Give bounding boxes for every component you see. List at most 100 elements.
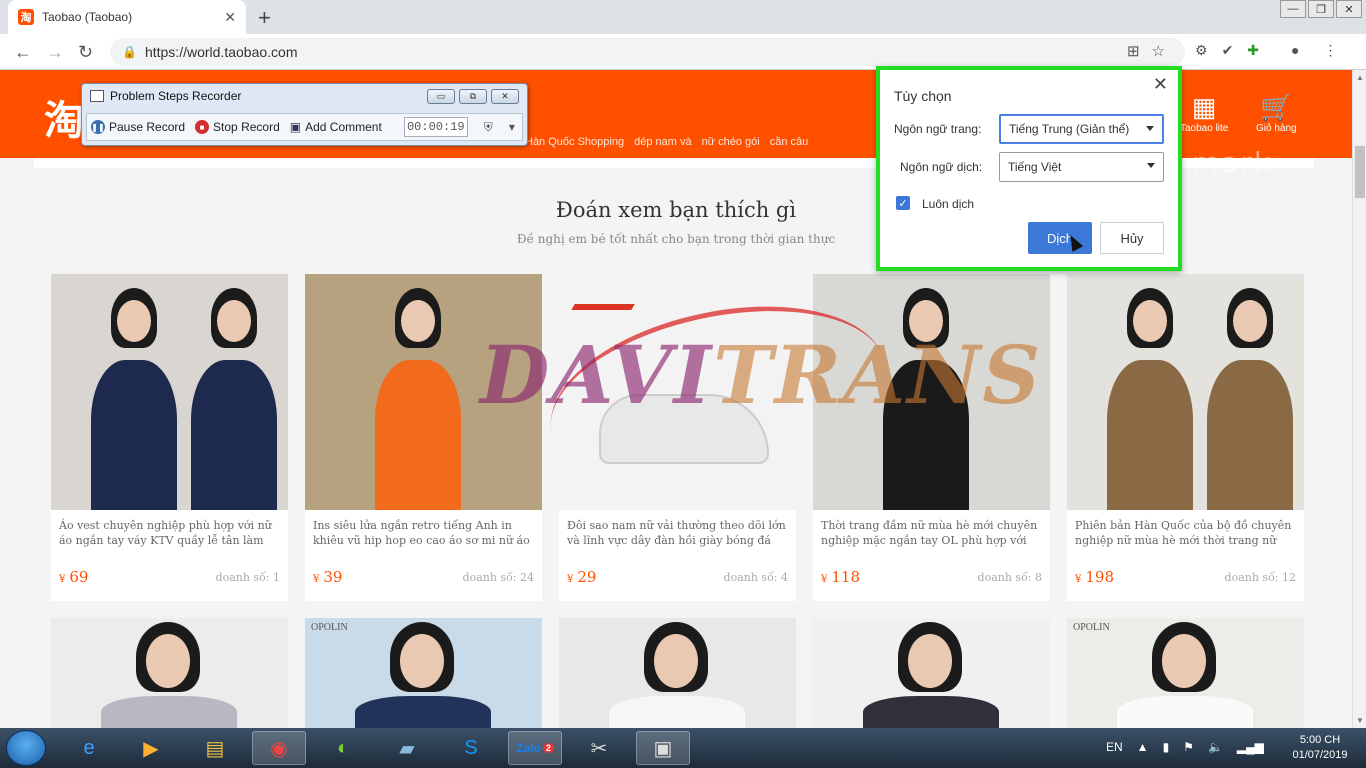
psr-dropdown-icon[interactable]: ▾ <box>509 120 515 134</box>
sneaker-shape <box>599 394 769 464</box>
extension-check-icon[interactable]: ✔ <box>1222 42 1234 59</box>
currency-symbol: ¥ <box>59 574 66 585</box>
skype-icon[interactable]: S <box>444 731 498 765</box>
pause-record-button[interactable]: ❚❚ Pause Record <box>91 120 185 134</box>
product-card[interactable] <box>813 618 1050 728</box>
profile-avatar[interactable]: ● <box>1291 42 1299 59</box>
price-value: 198 <box>1085 568 1115 586</box>
media-player-icon[interactable]: ▶ <box>124 731 178 765</box>
start-button[interactable] <box>6 730 46 766</box>
target-language-label: Ngôn ngữ dịch: <box>900 160 983 174</box>
product-description[interactable]: Đôi sao nam nữ vải thường theo dõi lớn v… <box>567 518 789 548</box>
product-description[interactable]: Phiên bản Hàn Quốc của bộ đồ chuyên nghi… <box>1075 518 1297 548</box>
url-omnibox[interactable]: 🔒 https://world.taobao.com ⊞ ☆ <box>110 38 1185 66</box>
product-image[interactable] <box>813 618 1050 728</box>
cart-label: Giỏ hàng <box>1256 123 1297 134</box>
product-card[interactable] <box>559 618 796 728</box>
back-icon[interactable]: ← <box>14 42 32 63</box>
target-language-select[interactable]: Tiếng Việt <box>999 152 1164 182</box>
extension-gear-icon[interactable]: ⚙ <box>1195 42 1208 59</box>
taobao-logo[interactable]: 淘 <box>44 88 84 146</box>
product-image[interactable]: OPOLIN <box>1067 618 1304 728</box>
product-description[interactable]: Ins siêu lửa ngắn retro tiếng Anh in khi… <box>313 518 535 548</box>
currency-symbol: ¥ <box>313 574 320 585</box>
cart-link[interactable]: 🛒 Giỏ hàng <box>1256 92 1297 134</box>
product-image[interactable] <box>559 618 796 728</box>
signal-icon[interactable]: ▂▄▆ <box>1237 740 1264 754</box>
snipping-tool-icon[interactable]: ✂ <box>572 731 626 765</box>
taskbar-clock[interactable]: 5:00 CH 01/07/2019 <box>1282 733 1358 763</box>
translate-icon[interactable]: ⊞ <box>1127 42 1140 60</box>
translate-button[interactable]: Dịch <box>1028 222 1092 254</box>
product-image[interactable] <box>1067 274 1304 510</box>
steps-recorder-taskbar-icon[interactable]: ▣ <box>636 731 690 765</box>
page-language-select[interactable]: Tiếng Trung (Giản thể) <box>999 114 1164 144</box>
help-shield-icon[interactable]: ⛨ <box>484 120 493 135</box>
forward-icon[interactable]: → <box>46 42 64 63</box>
product-card[interactable]: Thời trang đầm nữ mùa hè mới chuyên nghi… <box>813 274 1050 601</box>
taobao-lite-link[interactable]: ▦ Taobao lite <box>1180 92 1228 134</box>
always-translate-checkbox[interactable]: ✓ <box>896 196 910 210</box>
notepad-icon[interactable]: ▰ <box>380 731 434 765</box>
close-window-button[interactable]: ✕ <box>1336 0 1362 18</box>
internet-explorer-icon[interactable]: e <box>62 731 116 765</box>
psr-titlebar[interactable]: Problem Steps Recorder <box>90 89 241 103</box>
product-card[interactable]: Ins siêu lửa ngắn retro tiếng Anh in khi… <box>305 274 542 601</box>
product-figure-body <box>355 696 491 728</box>
reload-icon[interactable]: ↻ <box>78 42 93 63</box>
nav-link[interactable]: Hàn Quốc Shopping <box>525 136 624 148</box>
psr-restore-button[interactable]: ⧉ <box>459 89 487 104</box>
psr-toolbar: ❚❚ Pause Record ■ Stop Record ▣ Add Comm… <box>86 113 523 141</box>
minimize-button[interactable]: — <box>1280 0 1306 18</box>
product-description[interactable]: Áo vest chuyên nghiệp phù hợp với nữ áo … <box>59 518 281 548</box>
close-popup-icon[interactable]: ✕ <box>1153 74 1168 95</box>
zalo-icon[interactable]: Zalo 2 <box>508 731 562 765</box>
coccoc-icon[interactable]: ◐ <box>316 731 370 765</box>
network-warning-icon[interactable]: ⚑ <box>1183 740 1194 754</box>
product-figure-body <box>883 360 969 510</box>
browser-menu-icon[interactable]: ⋮ <box>1324 42 1338 59</box>
product-card[interactable] <box>51 618 288 728</box>
nav-link[interactable]: nữ chéo gói <box>702 136 760 148</box>
scroll-down-icon[interactable]: ▼ <box>1356 716 1364 725</box>
language-indicator[interactable]: EN <box>1106 740 1123 754</box>
page-scrollbar[interactable]: ▲ ▼ <box>1352 70 1366 728</box>
scroll-up-icon[interactable]: ▲ <box>1356 73 1364 82</box>
chrome-icon[interactable]: ◉ <box>252 731 306 765</box>
restore-button[interactable]: ❐ <box>1308 0 1334 18</box>
file-explorer-icon[interactable]: ▤ <box>188 731 242 765</box>
address-bar-row: ← → ↻ 🔒 https://world.taobao.com ⊞ ☆ <box>0 34 1366 70</box>
tray-expand-icon[interactable]: ▲ <box>1137 740 1149 754</box>
psr-close-button[interactable]: ✕ <box>491 89 519 104</box>
volume-icon[interactable]: 🔈 <box>1208 740 1223 754</box>
tab-close-icon[interactable]: ✕ <box>224 9 236 26</box>
new-tab-icon[interactable]: + <box>258 5 271 31</box>
power-icon[interactable]: ▮ <box>1163 740 1170 754</box>
extension-plus-icon[interactable]: ✚ <box>1247 42 1259 59</box>
cancel-button[interactable]: Hủy <box>1100 222 1164 254</box>
clock-date: 01/07/2019 <box>1292 749 1348 761</box>
psr-minimize-button[interactable]: ▭ <box>427 89 455 104</box>
psr-title: Problem Steps Recorder <box>110 89 242 103</box>
bookmark-star-icon[interactable]: ☆ <box>1152 42 1165 60</box>
scrollbar-thumb[interactable] <box>1355 146 1365 198</box>
product-image[interactable] <box>51 274 288 510</box>
product-card[interactable]: OPOLIN <box>305 618 542 728</box>
product-description[interactable]: Thời trang đầm nữ mùa hè mới chuyên nghi… <box>821 518 1043 548</box>
product-image[interactable] <box>51 618 288 728</box>
product-card[interactable]: Đôi sao nam nữ vải thường theo dõi lớn v… <box>559 274 796 601</box>
product-card[interactable]: OPOLIN <box>1067 618 1304 728</box>
product-image[interactable] <box>305 274 542 510</box>
add-comment-button[interactable]: ▣ Add Comment <box>290 120 382 134</box>
product-image[interactable] <box>813 274 1050 510</box>
product-image[interactable] <box>559 274 796 510</box>
stop-record-button[interactable]: ■ Stop Record <box>195 120 280 134</box>
sales-count: doanh số: 12 <box>1224 571 1296 584</box>
nav-link[interactable]: dép nam và <box>634 136 691 148</box>
nav-link[interactable]: cần câu <box>770 136 809 148</box>
product-figure-face <box>217 300 251 342</box>
product-card[interactable]: Phiên bản Hàn Quốc của bộ đồ chuyên nghi… <box>1067 274 1304 601</box>
product-card[interactable]: Áo vest chuyên nghiệp phù hợp với nữ áo … <box>51 274 288 601</box>
browser-tab[interactable]: 淘 Taobao (Taobao) ✕ <box>8 0 246 34</box>
product-image[interactable]: OPOLIN <box>305 618 542 728</box>
